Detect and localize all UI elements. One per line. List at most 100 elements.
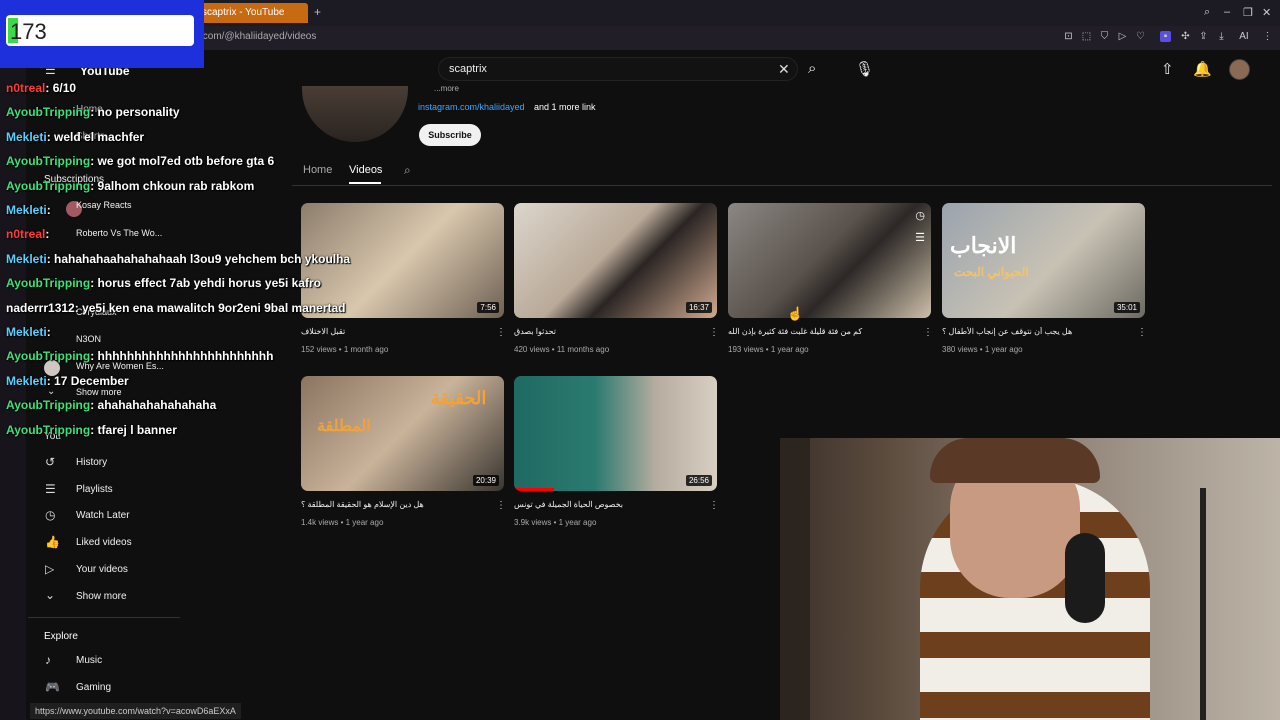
sidebar-item-history[interactable]: History [76,457,107,468]
minimize-button[interactable]: – [1224,6,1230,18]
video-title[interactable]: تحدثوا بصدق [514,327,699,336]
sidebar-sub-item[interactable]: Kosay Reacts [76,200,132,210]
chat-username: AyoubTripping [6,154,91,169]
video-thumbnail[interactable]: ◷ ☰ [728,203,931,318]
new-tab-button[interactable]: + [314,5,321,19]
ai-extension-icon[interactable]: AI [1234,31,1254,42]
bell-icon[interactable]: 🔔 [1193,60,1212,78]
puzzle-icon[interactable]: ✣ [1180,31,1191,42]
video-thumbnail[interactable]: الانجاب الحيواني البحت 35:01 [942,203,1145,318]
mic-icon[interactable]: 🎙 [855,60,874,78]
search-box[interactable] [438,57,798,81]
channel-more-links[interactable]: and 1 more link [534,102,596,112]
chat-username: Mekleti [6,203,47,217]
chat-username: Mekleti [6,129,47,144]
video-title[interactable]: بخصوص الحياة الجميلة في تونس [514,500,699,509]
sidebar-item-playlists[interactable]: Playlists [76,484,113,495]
download-icon[interactable]: ⤓ [1216,31,1227,42]
more-icon[interactable]: ⋮ [923,327,933,338]
search-icon[interactable]: ⌕ [808,60,816,77]
more-icon[interactable]: ⋮ [496,327,506,338]
close-window-button[interactable]: ✕ [1262,6,1271,19]
chat-message: AyoubTripping: hhhhhhhhhhhhhhhhhhhhhhhh [6,349,273,363]
video-title[interactable]: تقبل الاختلاف [301,327,486,336]
maximize-button[interactable]: ❐ [1243,6,1253,19]
sidebar-item-gaming[interactable]: Gaming [76,682,111,693]
subscribe-button[interactable]: Subscribe [419,124,481,146]
bookmark-icon[interactable]: ⊡ [1063,31,1074,42]
channel-link[interactable]: instagram.com/khaliidayed [418,102,525,112]
sidebar-sub-item[interactable]: N3ON [76,334,101,344]
chat-message: AyoubTripping: no personality [6,105,180,119]
chat-username: n0treal [6,81,46,95]
video-thumbnail[interactable]: الحقيقة المطلقة 20:39 [301,376,504,491]
play-icon[interactable]: ▷ [1117,31,1128,42]
channel-search-icon[interactable]: ⌕ [404,163,411,178]
more-icon[interactable]: ⋮ [496,500,506,511]
chat-username: Mekleti [6,325,47,339]
watch-later-icon[interactable]: ◷ [915,209,925,222]
menu-icon[interactable]: ⋮ [1262,31,1273,42]
add-to-queue-icon[interactable]: ☰ [915,231,925,244]
chat-text: : hhhhhhhhhhhhhhhhhhhhhhhh [90,349,274,364]
chat-text: : horus effect 7ab yehdi horus ye5i kafr… [90,276,321,291]
duration-badge: 16:37 [685,302,712,313]
chat-message: Mekleti: hahahahaahahahahaah l3ou9 yehch… [6,252,350,266]
sidebar-item-your-videos[interactable]: Your videos [76,564,128,575]
sidebar-show-more[interactable]: Show more [76,591,127,602]
sidebar-sub-item[interactable]: Roberto Vs The Wo... [76,228,162,238]
screenshot-icon[interactable]: ⬚ [1081,31,1092,42]
video-meta: 380 views • 1 year ago [942,345,1023,354]
video-meta: 193 views • 1 year ago [728,345,809,354]
like-icon: 👍 [45,535,60,549]
sidebar-show-more[interactable]: Show more [76,387,122,397]
avatar[interactable] [1229,59,1250,80]
chat-text: : 6/10 [45,81,77,95]
more-icon[interactable]: ⋮ [709,327,719,338]
history-icon: ↺ [45,455,56,469]
channel-more-link[interactable]: ...more [434,84,459,93]
webcam-feed [780,438,1280,720]
video-thumbnail[interactable]: 16:37 [514,203,717,318]
sidebar-item-watch-later[interactable]: Watch Later [76,510,130,521]
upload-icon[interactable]: ⇧ [1161,60,1174,78]
duration-badge: 26:56 [685,475,712,486]
video-meta: 420 views • 11 months ago [514,345,610,354]
door-frame [780,438,810,720]
chat-text: : ye5i ken ena mawalitch 9or2eni 9bal ma… [74,300,346,315]
heart-icon[interactable]: ♡ [1135,31,1146,42]
mic-arm [1200,488,1206,720]
thumbnail-text: الحيواني البحت [954,265,1029,279]
sidebar-item-music[interactable]: Music [76,655,102,666]
extension-icon[interactable]: ▪ [1160,31,1171,42]
video-thumbnail[interactable]: 26:56 [514,376,717,491]
share-icon[interactable]: ⇪ [1198,31,1209,42]
more-icon[interactable]: ⋮ [1137,327,1147,338]
tab-videos[interactable]: Videos [349,164,382,176]
chat-message: Mekleti: [6,203,51,217]
clear-search-icon[interactable]: ✕ [778,61,790,78]
shield-icon[interactable]: ⛉ [1099,31,1110,42]
microphone [1065,533,1105,623]
url-text[interactable]: .com/@khaliidayed/videos [200,31,316,42]
more-icon[interactable]: ⋮ [709,500,719,511]
video-title[interactable]: كم من فئة قليلة غلبت فئة كثيرة بإذن الله [728,327,913,336]
search-icon[interactable]: ⌕ [1204,6,1210,19]
search-input[interactable]: scaptrix [449,63,487,75]
sidebar-divider [28,617,180,618]
browser-tab[interactable]: scaptrix - YouTube [196,3,308,23]
video-meta: 3.9k views • 1 year ago [514,518,597,527]
mouse-cursor: ☝ [787,306,804,321]
chat-message: n0treal: 6/10 [6,81,76,95]
sidebar-item-liked-videos[interactable]: Liked videos [76,537,132,548]
tab-home[interactable]: Home [303,164,332,176]
channel-avatar [302,86,408,142]
streamer-hair [930,438,1100,483]
video-title[interactable]: هل دين الإسلام هو الحقيقة المطلقة ؟ [301,500,486,509]
chat-text: : weld el machfer [46,129,145,144]
chat-text: : [46,325,51,339]
video-meta: 152 views • 1 month ago [301,345,389,354]
chat-message: n0treal: [6,227,49,241]
chevron-down-icon: ⌄ [45,588,56,602]
video-title[interactable]: هل يجب أن نتوقف عن إنجاب الأطفال ؟ [942,327,1127,336]
